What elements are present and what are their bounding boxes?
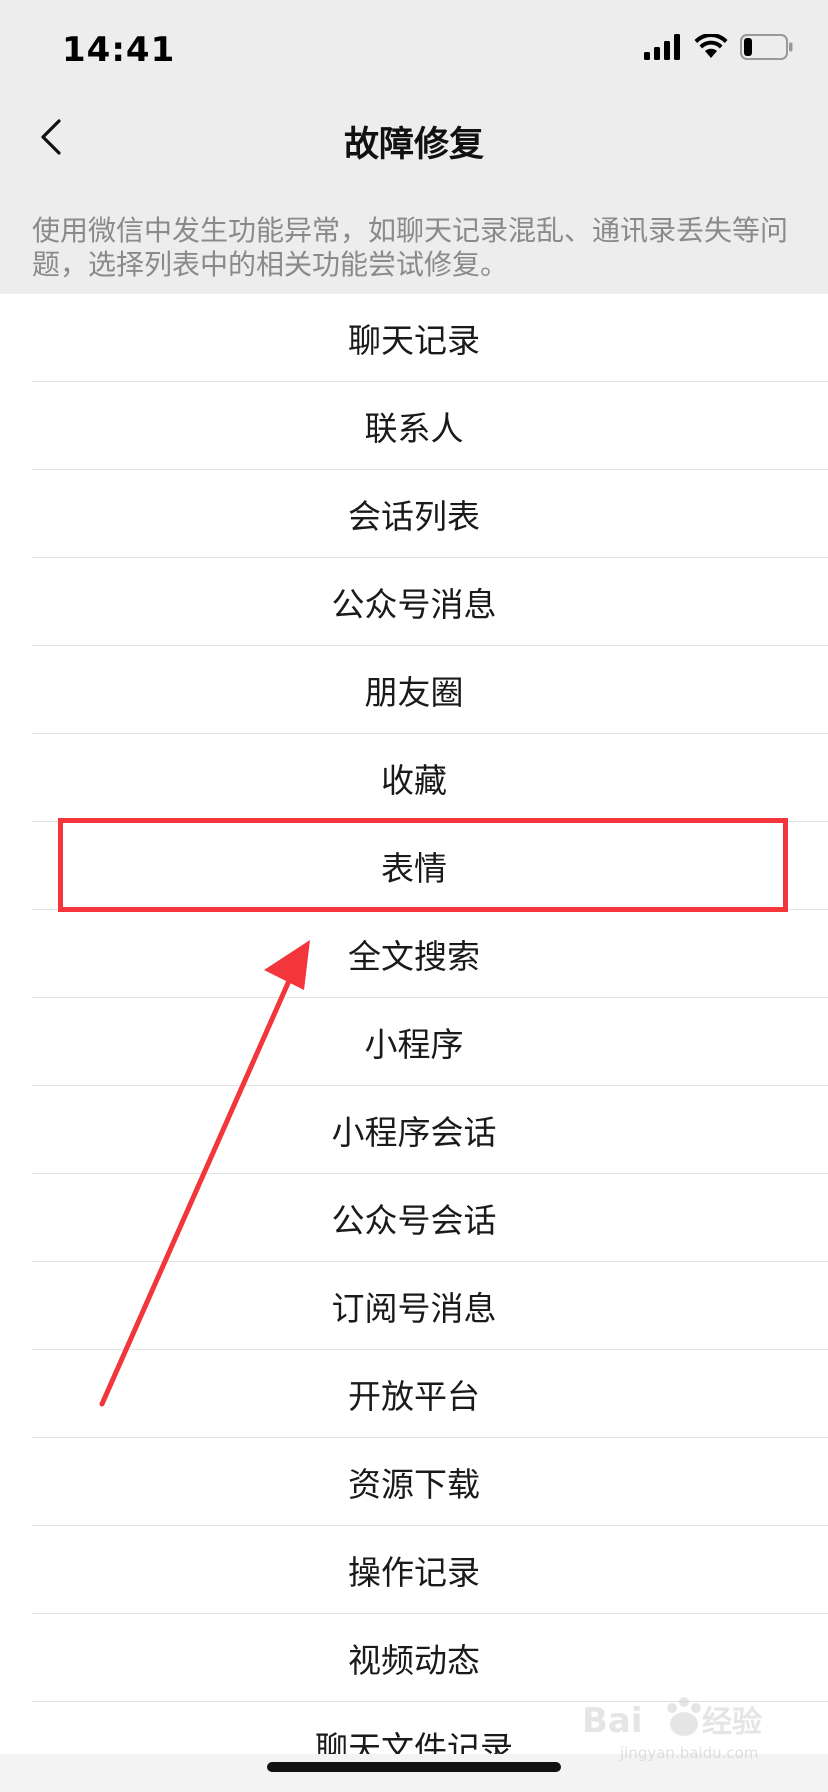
home-indicator-area — [0, 1754, 828, 1792]
list-item-label: 订阅号消息 — [331, 1289, 497, 1328]
list-item-label: 收藏 — [381, 761, 447, 800]
list-item-full-text-search[interactable]: 全文搜索 — [0, 910, 828, 998]
list-item-chat-file-records[interactable]: 聊天文件记录 — [0, 1702, 828, 1754]
list-item-label: 朋友圈 — [364, 673, 464, 712]
status-icons — [644, 33, 794, 64]
list-item-label: 聊天文件记录 — [315, 1729, 513, 1754]
list-item-label: 联系人 — [364, 409, 464, 448]
home-indicator[interactable] — [267, 1762, 561, 1772]
list-item-label: 公众号会话 — [331, 1201, 497, 1240]
cellular-signal-icon — [644, 34, 682, 64]
list-item-label: 小程序 — [364, 1025, 464, 1064]
list-item-official-account-chats[interactable]: 公众号会话 — [0, 1174, 828, 1262]
list-item-open-platform[interactable]: 开放平台 — [0, 1350, 828, 1438]
page-title: 故障修复 — [343, 125, 484, 165]
status-time: 14:41 — [62, 30, 176, 70]
list-item-label: 会话列表 — [348, 497, 480, 536]
list-item-contacts[interactable]: 联系人 — [0, 382, 828, 470]
list-item-label: 全文搜索 — [348, 937, 480, 976]
wifi-icon — [694, 33, 728, 64]
list-item-mini-programs[interactable]: 小程序 — [0, 998, 828, 1086]
nav-bar: 故障修复 — [0, 96, 828, 184]
list-item-label: 视频动态 — [348, 1641, 480, 1680]
list-item-operation-log[interactable]: 操作记录 — [0, 1526, 828, 1614]
screen: 14:41 故障修复 使用微信中发生功能异常，如聊天记录混乱、通讯录丢失等问题，… — [0, 0, 828, 1792]
list-item-label: 表情 — [381, 849, 447, 888]
repair-options-list: 聊天记录 联系人 会话列表 公众号消息 朋友圈 收藏 表情 全文搜索 小程序 小… — [0, 294, 828, 1754]
list-item-stickers[interactable]: 表情 — [0, 822, 828, 910]
list-item-subscription-messages[interactable]: 订阅号消息 — [0, 1262, 828, 1350]
list-item-video-updates[interactable]: 视频动态 — [0, 1614, 828, 1702]
list-item-chat-list[interactable]: 会话列表 — [0, 470, 828, 558]
battery-icon — [740, 34, 794, 64]
description-text: 使用微信中发生功能异常，如聊天记录混乱、通讯录丢失等问题，选择列表中的相关功能尝… — [32, 214, 789, 281]
list-item-label: 资源下载 — [348, 1465, 480, 1504]
status-bar: 14:41 — [0, 0, 828, 96]
list-item-mini-program-chats[interactable]: 小程序会话 — [0, 1086, 828, 1174]
list-item-label: 开放平台 — [348, 1377, 480, 1416]
list-item-label: 小程序会话 — [331, 1113, 497, 1152]
list-item-label: 公众号消息 — [331, 585, 497, 624]
list-item-official-account-messages[interactable]: 公众号消息 — [0, 558, 828, 646]
list-item-chat-history[interactable]: 聊天记录 — [0, 294, 828, 382]
list-item-label: 聊天记录 — [348, 321, 480, 360]
list-item-label: 操作记录 — [348, 1553, 480, 1592]
list-item-resource-download[interactable]: 资源下载 — [0, 1438, 828, 1526]
list-item-favorites[interactable]: 收藏 — [0, 734, 828, 822]
list-item-moments[interactable]: 朋友圈 — [0, 646, 828, 734]
